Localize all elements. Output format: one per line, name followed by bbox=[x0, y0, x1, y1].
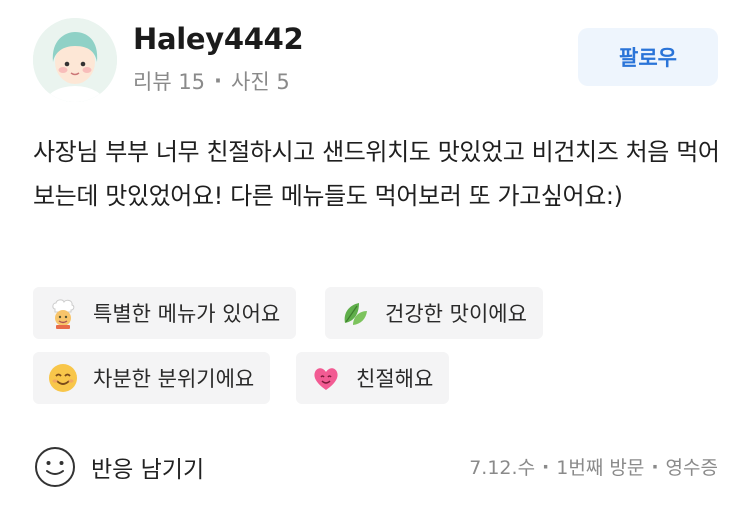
reaction-label: 반응 남기기 bbox=[91, 457, 205, 483]
tag-label: 건강한 맛이에요 bbox=[385, 302, 527, 326]
avatar-illustration bbox=[33, 18, 117, 102]
visit-proof: 영수증 bbox=[665, 457, 718, 479]
separator-dot: · bbox=[214, 69, 223, 93]
heart-icon bbox=[310, 362, 342, 394]
photo-count: 사진 5 bbox=[231, 70, 290, 94]
visit-date: 7.12.수 bbox=[469, 457, 536, 479]
separator-dot: · bbox=[651, 455, 659, 478]
tag-kind: 친절해요 bbox=[296, 352, 450, 404]
separator-dot: · bbox=[542, 455, 550, 478]
review-text: 사장님 부부 너무 친절하시고 샌드위치도 맛있었고 비건치즈 처음 먹어보는데… bbox=[33, 138, 720, 210]
avatar[interactable] bbox=[33, 18, 117, 102]
tag-calm-atmosphere: 차분한 분위기에요 bbox=[33, 352, 271, 404]
tag-special-menu: 특별한 메뉴가 있어요 bbox=[33, 287, 297, 339]
leave-reaction-button[interactable]: 반응 남기기 bbox=[33, 445, 204, 489]
chef-icon bbox=[47, 297, 79, 329]
smiley-icon bbox=[35, 447, 75, 487]
visit-count: 1번째 방문 bbox=[556, 457, 645, 479]
follow-button[interactable]: 팔로우 bbox=[578, 28, 718, 86]
leaf-icon bbox=[339, 297, 371, 329]
tag-label: 친절해요 bbox=[356, 367, 434, 391]
tag-healthy-taste: 건강한 맛이에요 bbox=[325, 287, 543, 339]
username[interactable]: Haley4442 bbox=[133, 22, 304, 56]
relieved-face-icon bbox=[47, 362, 79, 394]
tag-label: 차분한 분위기에요 bbox=[93, 367, 255, 391]
review-count: 리뷰 15 bbox=[133, 70, 206, 94]
user-meta: 리뷰 15 · 사진 5 bbox=[133, 66, 290, 96]
tag-label: 특별한 메뉴가 있어요 bbox=[93, 302, 281, 326]
visit-info: 7.12.수 · 1번째 방문 · 영수증 bbox=[469, 453, 718, 480]
